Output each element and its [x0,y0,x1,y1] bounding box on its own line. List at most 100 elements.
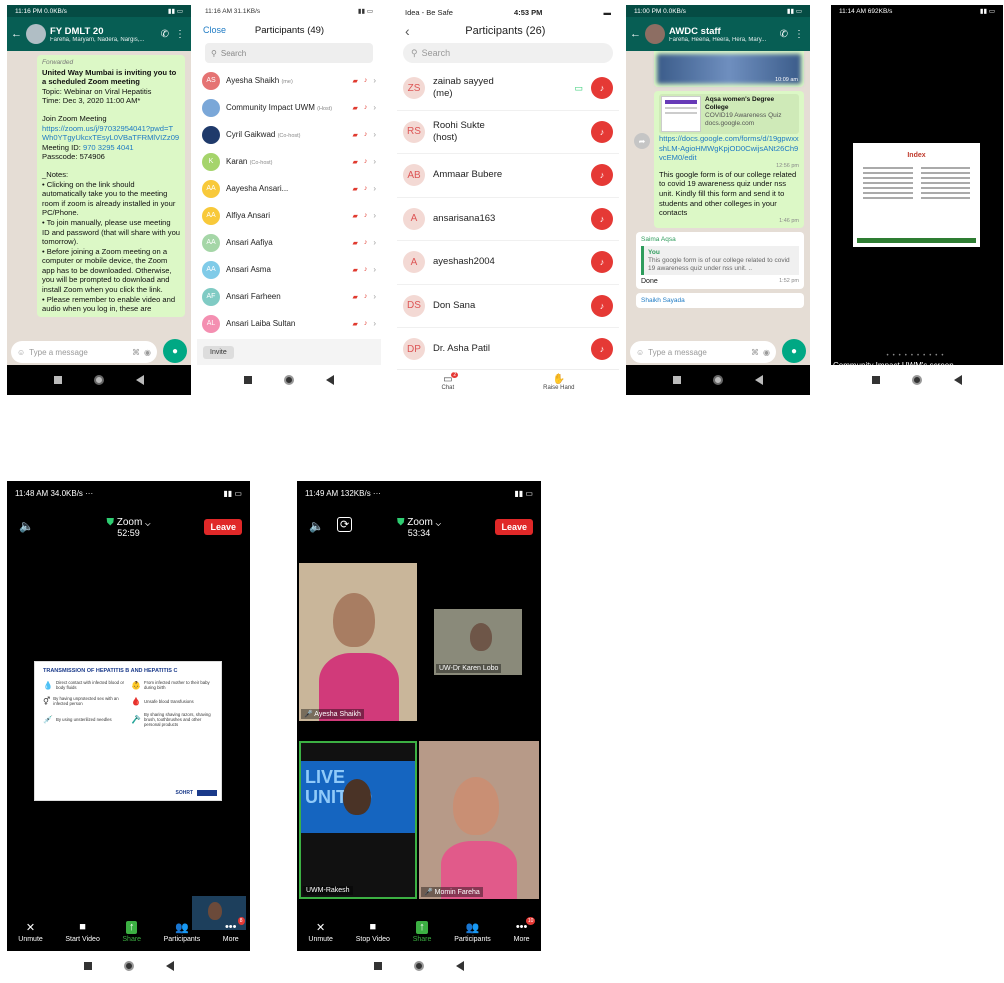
chat-area[interactable]: Forwarded United Way Mumbai is inviting … [7,51,191,339]
participant-row[interactable]: AA Ansari Asma ▰ ♪ › [197,256,381,283]
chat-area[interactable]: 10:09 am Aqsa women's Degree College COV… [626,51,810,339]
share-button[interactable]: ↑ Share [122,921,141,951]
mic-muted-button[interactable]: ♪ [591,251,613,274]
chat-button[interactable]: ▭ 2 Chat [441,372,459,391]
recents-icon[interactable] [54,376,62,384]
chevron-right-icon[interactable]: › [373,76,376,85]
message-input[interactable]: ☺ Type a message ⌘ ◉ [11,341,157,363]
link-preview[interactable]: Aqsa women's Degree College COVID19 Awar… [659,94,799,134]
unmute-button[interactable]: ✕ Unmute [18,921,43,951]
back-arrow-icon[interactable]: ← [630,28,641,40]
menu-icon[interactable]: ⋮ [173,29,187,40]
stop-video-button[interactable]: ■ Stop Video [356,921,390,951]
chat-title-block[interactable]: AWDC staff Fareha, Heena, Heera, Hera, M… [669,26,776,43]
participant-row[interactable]: K Karan (Co-host) ▰ ♪ › [197,148,381,175]
search-box[interactable]: ⚲ Search [205,43,373,63]
participant-row[interactable]: DS Don Sana ♪ [397,285,619,328]
chevron-right-icon[interactable]: › [373,238,376,247]
image-message[interactable]: 10:09 am [654,51,804,87]
participant-row[interactable]: Cyril Gaikwad (Co-host) ▰ ♪ › [197,121,381,148]
participant-row[interactable]: ZS zainab sayyed (me) ▭ ♪ [397,67,619,111]
home-icon[interactable] [912,375,922,385]
participant-row[interactable]: AA Ansari Aafiya ▰ ♪ › [197,229,381,256]
participant-row[interactable]: Aayeshash2004 ♪ [397,241,619,285]
participant-row[interactable]: AS Ayesha Shaikh (me) ▰ ♪ › [197,67,381,94]
participant-row[interactable]: Aansarisana163 ♪ [397,198,619,241]
video-tile-ayesha[interactable]: 🎤 Ayesha Shaikh [299,563,417,721]
more-button[interactable]: ••• 8 More [223,917,245,951]
call-icon[interactable]: ✆ [161,29,169,40]
next-message[interactable]: Shaikh Sayada [636,292,804,308]
back-icon[interactable] [755,375,763,385]
chevron-right-icon[interactable]: › [373,157,376,166]
unmute-button[interactable]: ✕ Unmute [308,921,333,951]
close-button[interactable]: Close [203,25,226,35]
call-icon[interactable]: ✆ [780,29,788,40]
forward-icon[interactable]: ➦ [634,133,650,149]
participant-row[interactable]: AA Aayesha Ansari... ▰ ♪ › [197,175,381,202]
participant-row[interactable]: AA Alfiya Ansari ▰ ♪ › [197,202,381,229]
chevron-right-icon[interactable]: › [373,184,376,193]
participant-row[interactable]: Community Impact UWM (Host) ▰ ♪ › [197,94,381,121]
mic-muted-button[interactable]: ♪ [591,338,613,361]
camera-icon[interactable]: ◉ [763,348,770,357]
mic-muted-button[interactable]: ♪ [591,77,613,100]
chevron-right-icon[interactable]: › [373,103,376,112]
mic-muted-button[interactable]: ♪ [591,207,613,230]
link-message[interactable]: Aqsa women's Degree College COVID19 Awar… [654,91,804,228]
back-icon[interactable] [326,375,334,385]
search-box[interactable]: ⚲ Search [403,43,613,63]
participants-button[interactable]: 👥 Participants [164,921,201,951]
home-icon[interactable] [414,961,424,971]
participant-row[interactable]: AL Ansari Laiba Sultan ▰ ♪ › [197,310,381,337]
forwarded-message[interactable]: Forwarded United Way Mumbai is inviting … [37,55,185,317]
chevron-right-icon[interactable]: › [373,211,376,220]
recents-icon[interactable] [673,376,681,384]
back-icon[interactable] [165,961,174,971]
chat-title-block[interactable]: FY DMLT 20 Fareha, Maryam, Nadera, Nargi… [50,26,157,43]
participants-button[interactable]: 👥 Participants [454,921,491,951]
participant-row[interactable]: DP Dr. Asha Patil ♪ [397,328,619,372]
chevron-right-icon[interactable]: › [373,130,376,139]
share-button[interactable]: ↑ Share [413,921,431,951]
back-icon[interactable] [954,375,962,385]
leave-button[interactable]: Leave [495,519,533,535]
reply-message[interactable]: Saima Aqsa You This google form is of ou… [636,231,804,289]
mic-muted-button[interactable]: ♪ [591,164,613,187]
form-link[interactable]: https://docs.google.com/forms/d/19gpwxxs… [659,134,799,163]
participant-row[interactable]: AF Ansari Farheen ▰ ♪ › [197,283,381,310]
raise-hand-button[interactable]: ✋ Raise Hand [543,374,574,391]
camera-icon[interactable]: ◉ [144,348,151,357]
more-button[interactable]: ••• 10 More [514,917,536,951]
recents-icon[interactable] [374,962,382,970]
group-avatar[interactable] [26,24,46,44]
attach-icon[interactable]: ⌘ [132,348,140,357]
home-icon[interactable] [94,375,104,385]
mic-muted-button[interactable]: ♪ [591,120,613,143]
meeting-id[interactable]: 970 3295 4041 [83,143,134,152]
home-icon[interactable] [713,375,723,385]
menu-icon[interactable]: ⋮ [792,29,806,40]
start-video-button[interactable]: ■ Start Video [65,921,100,951]
chevron-right-icon[interactable]: › [373,319,376,328]
video-tile-karen[interactable]: UW-Dr Karen Lobo [434,609,522,675]
quoted-message[interactable]: You This google form is of our college r… [641,245,799,275]
participant-row[interactable]: RS Roohi Sukte (host) ♪ [397,111,619,154]
recents-icon[interactable] [872,376,880,384]
back-icon[interactable] [456,961,464,971]
mic-muted-button[interactable]: ♪ [591,294,613,317]
emoji-icon[interactable]: ☺ [17,348,25,357]
group-avatar[interactable] [645,24,665,44]
zoom-link[interactable]: https://zoom.us/j/97032954041?pwd=TWh0YT… [42,124,180,143]
back-icon[interactable] [136,375,144,385]
participant-row[interactable]: AB Ammaar Bubere ♪ [397,154,619,198]
chevron-right-icon[interactable]: › [373,292,376,301]
recents-icon[interactable] [244,376,252,384]
attach-icon[interactable]: ⌘ [751,348,759,357]
video-tile-momin[interactable]: 🎤 Momin Fareha [419,741,539,899]
message-input[interactable]: ☺ Type a message ⌘ ◉ [630,341,776,363]
back-arrow-icon[interactable]: ← [11,28,22,40]
emoji-icon[interactable]: ☺ [636,348,644,357]
mic-button[interactable]: ● [782,339,806,363]
leave-button[interactable]: Leave [204,519,242,535]
